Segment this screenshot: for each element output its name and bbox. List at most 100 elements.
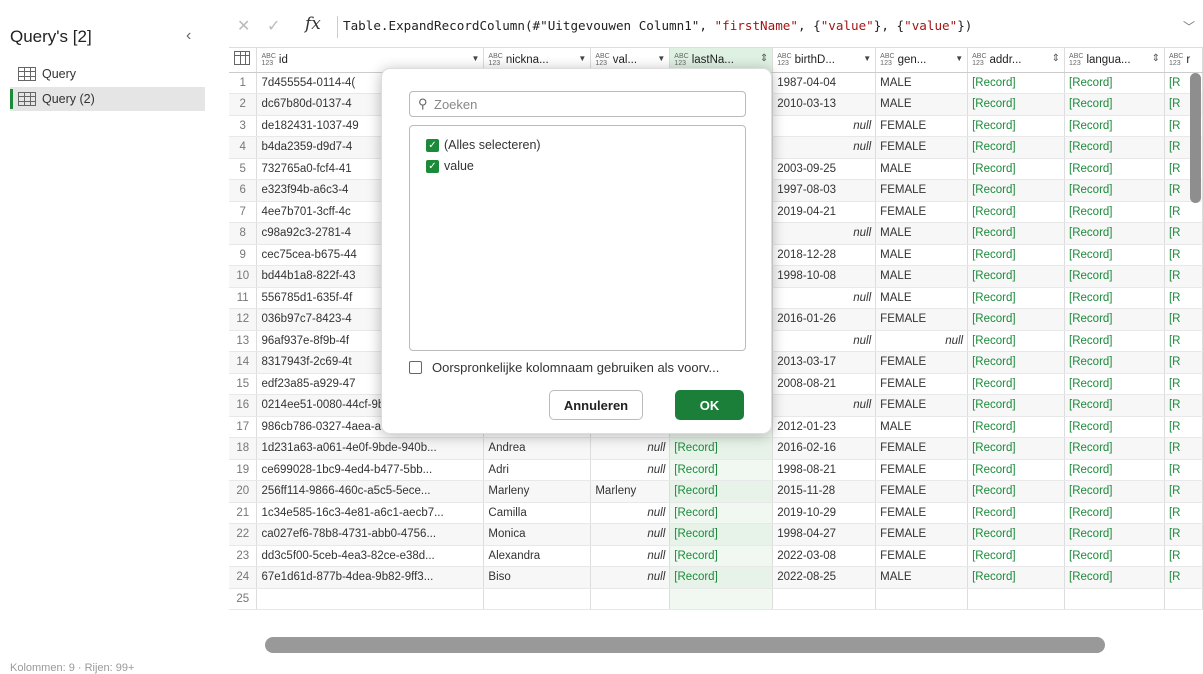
- column-header[interactable]: ABC 123 r: [1164, 48, 1203, 73]
- table-cell[interactable]: FEMALE: [875, 373, 969, 395]
- search-box[interactable]: ⚲: [409, 91, 746, 117]
- table-cell[interactable]: [Record]: [967, 222, 1066, 245]
- table-cell[interactable]: Marleny: [483, 480, 592, 503]
- table-cell[interactable]: 2013-03-17: [772, 351, 877, 374]
- horizontal-scrollbar[interactable]: [265, 637, 1105, 653]
- table-cell[interactable]: null: [590, 502, 671, 524]
- search-input[interactable]: [434, 95, 734, 113]
- query-item-query[interactable]: Query: [10, 62, 205, 86]
- select-all-corner[interactable]: [229, 48, 258, 73]
- table-cell[interactable]: [Record]: [1064, 351, 1165, 374]
- table-cell[interactable]: null: [590, 437, 671, 460]
- table-cell[interactable]: [669, 588, 774, 610]
- table-cell[interactable]: 1987-04-04: [772, 72, 877, 94]
- table-cell[interactable]: 2015-11-28: [772, 480, 877, 503]
- table-cell[interactable]: null: [772, 287, 877, 309]
- table-cell[interactable]: [Record]: [669, 523, 774, 546]
- table-cell[interactable]: [Record]: [1064, 308, 1165, 331]
- table-cell[interactable]: [Record]: [967, 308, 1066, 331]
- table-cell[interactable]: [R: [1164, 459, 1203, 481]
- table-cell[interactable]: [Record]: [669, 566, 774, 589]
- table-cell[interactable]: [Record]: [669, 502, 774, 524]
- table-cell[interactable]: 2008-08-21: [772, 373, 877, 395]
- filter-dropdown-icon[interactable]: ▼: [863, 54, 871, 63]
- table-cell[interactable]: [Record]: [1064, 373, 1165, 395]
- table-cell[interactable]: [Record]: [1064, 523, 1165, 546]
- table-cell[interactable]: FEMALE: [875, 136, 969, 159]
- table-cell[interactable]: [Record]: [1064, 201, 1165, 223]
- table-cell[interactable]: [Record]: [1064, 287, 1165, 309]
- table-cell[interactable]: [Record]: [967, 545, 1066, 567]
- table-cell[interactable]: FEMALE: [875, 459, 969, 481]
- table-cell[interactable]: FEMALE: [875, 523, 969, 546]
- table-cell[interactable]: [Record]: [967, 480, 1066, 503]
- table-cell[interactable]: null: [590, 566, 671, 589]
- table-cell[interactable]: [Record]: [1064, 437, 1165, 460]
- filter-dropdown-icon[interactable]: ▼: [472, 54, 480, 63]
- table-cell[interactable]: [483, 588, 592, 610]
- table-cell[interactable]: [Record]: [967, 416, 1066, 438]
- table-cell[interactable]: [772, 588, 877, 610]
- table-cell[interactable]: 1998-04-27: [772, 523, 877, 546]
- table-cell[interactable]: FEMALE: [875, 308, 969, 331]
- table-cell[interactable]: [R: [1164, 330, 1203, 352]
- table-cell[interactable]: FEMALE: [875, 351, 969, 374]
- column-header[interactable]: ABC 123 langua... ⇕: [1064, 48, 1165, 73]
- table-cell[interactable]: MALE: [875, 244, 969, 266]
- table-cell[interactable]: 2012-01-23: [772, 416, 877, 438]
- table-cell[interactable]: Monica: [483, 523, 592, 546]
- table-cell[interactable]: [256, 588, 485, 610]
- original-name-prefix-option[interactable]: Oorspronkelijke kolomnaam gebruiken als …: [409, 360, 719, 375]
- table-cell[interactable]: [R: [1164, 545, 1203, 567]
- table-cell[interactable]: ce699028-1bc9-4ed4-b477-5bb...: [256, 459, 485, 481]
- table-cell[interactable]: MALE: [875, 72, 969, 94]
- table-cell[interactable]: [Record]: [1064, 330, 1165, 352]
- checkbox-checked-icon[interactable]: ✓: [426, 138, 439, 152]
- table-cell[interactable]: [Record]: [1064, 416, 1165, 438]
- table-cell[interactable]: 2019-04-21: [772, 201, 877, 223]
- table-cell[interactable]: [Record]: [1064, 566, 1165, 589]
- table-cell[interactable]: 2010-03-13: [772, 93, 877, 116]
- table-cell[interactable]: FEMALE: [875, 545, 969, 567]
- table-cell[interactable]: [R: [1164, 244, 1203, 266]
- table-cell[interactable]: [Record]: [1064, 394, 1165, 417]
- table-cell[interactable]: [590, 588, 671, 610]
- table-cell[interactable]: MALE: [875, 222, 969, 245]
- table-cell[interactable]: [Record]: [967, 437, 1066, 460]
- table-cell[interactable]: null: [772, 136, 877, 159]
- table-cell[interactable]: [967, 588, 1066, 610]
- table-cell[interactable]: [Record]: [967, 115, 1066, 137]
- query-item-query-2[interactable]: Query (2): [10, 87, 205, 111]
- table-cell[interactable]: 2022-03-08: [772, 545, 877, 567]
- table-cell[interactable]: [Record]: [967, 158, 1066, 180]
- table-cell[interactable]: [Record]: [1064, 545, 1165, 567]
- expand-column-icon[interactable]: ⇕: [1052, 53, 1060, 64]
- table-cell[interactable]: [R: [1164, 394, 1203, 417]
- table-cell[interactable]: FEMALE: [875, 201, 969, 223]
- table-cell[interactable]: 1998-08-21: [772, 459, 877, 481]
- table-cell[interactable]: FEMALE: [875, 480, 969, 503]
- table-cell[interactable]: 256ff114-9866-460c-a5c5-5ece...: [256, 480, 485, 503]
- table-cell[interactable]: FEMALE: [875, 437, 969, 460]
- vertical-scrollbar[interactable]: [1190, 73, 1201, 203]
- table-cell[interactable]: [Record]: [1064, 222, 1165, 245]
- table-cell[interactable]: [R: [1164, 222, 1203, 245]
- table-cell[interactable]: null: [590, 545, 671, 567]
- table-cell[interactable]: [Record]: [967, 179, 1066, 202]
- expand-formula-icon[interactable]: ﹀: [1183, 18, 1195, 35]
- table-cell[interactable]: [Record]: [1064, 502, 1165, 524]
- table-cell[interactable]: [R: [1164, 480, 1203, 503]
- table-cell[interactable]: [Record]: [1064, 480, 1165, 503]
- table-cell[interactable]: 2019-10-29: [772, 502, 877, 524]
- expand-column-icon[interactable]: ⇕: [1152, 53, 1160, 64]
- table-cell[interactable]: [R: [1164, 523, 1203, 546]
- table-cell[interactable]: null: [875, 330, 969, 352]
- table-cell[interactable]: Andrea: [483, 437, 592, 460]
- table-cell[interactable]: Marleny: [590, 480, 671, 503]
- table-cell[interactable]: 2018-12-28: [772, 244, 877, 266]
- cancel-formula-icon[interactable]: ✕: [237, 16, 250, 36]
- column-header[interactable]: ABC 123 addr... ⇕: [967, 48, 1066, 73]
- table-cell[interactable]: [Record]: [967, 201, 1066, 223]
- table-cell[interactable]: 2022-08-25: [772, 566, 877, 589]
- table-cell[interactable]: 2003-09-25: [772, 158, 877, 180]
